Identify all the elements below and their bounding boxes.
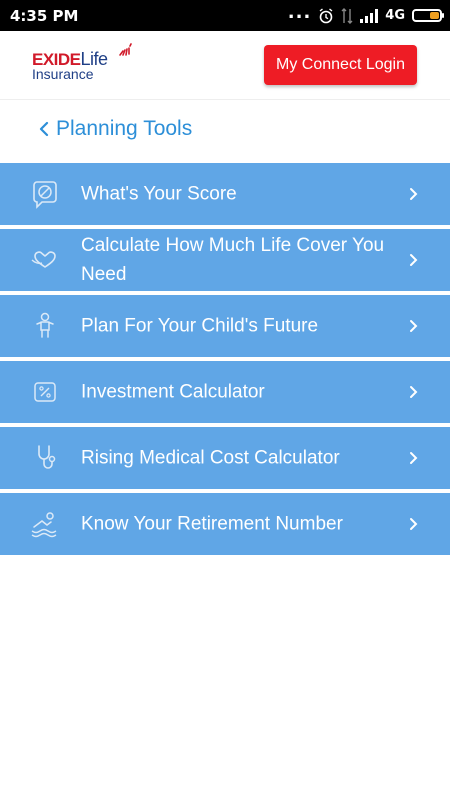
menu-item-medical-cost[interactable]: Rising Medical Cost Calculator [0,427,450,489]
chevron-right-icon [410,518,418,530]
percent-icon [34,382,56,402]
my-connect-login-button[interactable]: My Connect Login [264,45,417,85]
chevron-right-icon [410,386,418,398]
chevron-left-icon[interactable] [38,121,50,137]
planning-tools-list: What's Your Score Calculate How Much Lif… [0,163,450,559]
alarm-icon [319,7,333,23]
back-navigation[interactable]: Planning Tools [38,114,192,144]
chevron-right-icon [410,188,418,200]
menu-item-investment-calculator[interactable]: Investment Calculator [0,361,450,423]
notification-dots: ... [287,1,312,23]
battery-icon [412,9,444,22]
exide-life-logo: EXIDELife Insurance [32,43,132,83]
status-time: 4:35 PM [10,6,79,25]
menu-item-label: Plan For Your Child's Future [81,315,319,337]
menu-item-whats-your-score[interactable]: What's Your Score [0,163,450,225]
network-type: 4G [385,8,405,23]
status-icons: ... 4G [287,1,444,24]
page-title: Planning Tools [56,117,193,140]
menu-item-label: Know Your Retirement Number [81,513,343,535]
menu-item-label: Rising Medical Cost Calculator [81,447,340,469]
status-bar: 4:35 PM ... 4G [0,0,450,31]
signal-icon [360,8,379,23]
child-icon [36,312,54,338]
menu-item-label: What's Your Score [81,183,237,205]
menu-item-child-future[interactable]: Plan For Your Child's Future [0,295,450,357]
menu-item-label: Calculate How Much Life Cover You Need [81,235,385,285]
menu-item-life-cover[interactable]: Calculate How Much Life Cover You Need [0,229,450,291]
logo-burst-icon [119,43,132,56]
heart-hand-icon [31,251,56,268]
data-transfer-icon [341,7,353,24]
app-header: EXIDELife Insurance My Connect Login [0,31,450,100]
score-icon [33,181,57,209]
beach-icon [31,512,57,538]
chevron-right-icon [410,452,418,464]
logo-subtitle: Insurance [32,66,94,82]
stethoscope-icon [38,445,56,469]
menu-item-retirement-number[interactable]: Know Your Retirement Number [0,493,450,555]
chevron-right-icon [410,320,418,332]
chevron-right-icon [410,254,418,266]
menu-item-label: Investment Calculator [81,381,265,403]
